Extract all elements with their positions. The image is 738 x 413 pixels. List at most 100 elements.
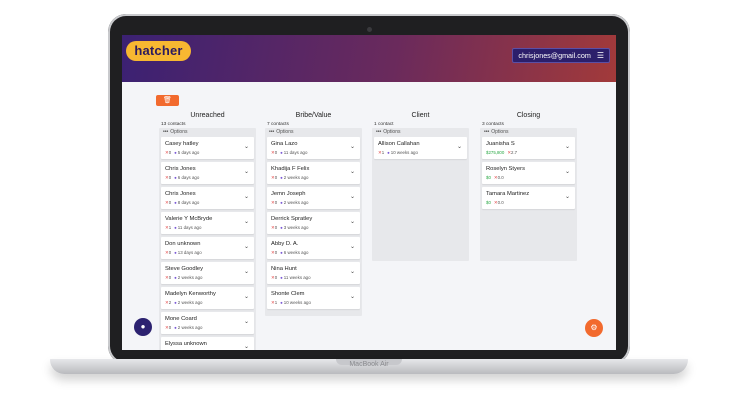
outreach-count: 0 — [274, 250, 278, 255]
last-contact: 11 days ago — [177, 225, 202, 230]
column-options[interactable]: ••• Options — [372, 128, 469, 136]
laptop-mockup: MacBook Air hatcher chrisjones@gmail.com… — [0, 0, 738, 413]
clock-icon: ● — [174, 275, 177, 280]
chevron-down-icon[interactable]: ⌄ — [244, 193, 249, 200]
chevron-down-icon[interactable]: ⌄ — [350, 168, 355, 175]
last-contact: 2 weeks ago — [177, 300, 203, 305]
contact-meta: ✕1 ●10 weeks ago — [271, 300, 311, 306]
contact-card[interactable]: Casey hatley ✕0 ●5 days ago ⌄ — [161, 137, 254, 159]
contact-card[interactable]: Chris Jones ✕0 ●6 days ago ⌄ — [161, 162, 254, 184]
outreach-count: 0 — [168, 275, 172, 280]
profile-button[interactable]: ● — [134, 318, 152, 336]
contact-card[interactable]: Madelyn Kenworthy ✕2 ●2 weeks ago ⌄ — [161, 287, 254, 309]
delete-button[interactable]: 🗑 — [156, 95, 179, 106]
contact-card[interactable]: Mone Coard ✕0 ●2 weeks ago ⌄ — [161, 312, 254, 334]
outreach-count: 0 — [168, 150, 172, 155]
contact-meta: ✕0 ●6 weeks ago — [271, 250, 308, 256]
last-contact: 6 days ago — [177, 175, 200, 180]
chevron-down-icon[interactable]: ⌄ — [244, 243, 249, 250]
chevron-down-icon[interactable]: ⌄ — [244, 168, 249, 175]
more-icon: ••• — [163, 129, 169, 135]
column-options[interactable]: ••• Options — [480, 128, 577, 136]
outreach-count: 0 — [274, 275, 278, 280]
contact-name: Mone Coard — [165, 316, 197, 322]
contact-card[interactable]: Don unknown ✕0 ●13 days ago ⌄ — [161, 237, 254, 259]
contact-name: Abby D. A. — [271, 241, 299, 247]
contact-meta: ✕1 ●10 weeks ago — [378, 150, 418, 156]
logo[interactable]: hatcher — [126, 41, 191, 61]
chevron-down-icon[interactable]: ⌄ — [565, 193, 570, 200]
column-count: 13 contacts — [161, 122, 186, 127]
contact-card[interactable]: Allison Callahan ✕1 ●10 weeks ago ⌄ — [374, 137, 467, 159]
contact-meta: ✕0 ●2 weeks ago — [165, 325, 202, 331]
chevron-down-icon[interactable]: ⌄ — [244, 318, 249, 325]
chevron-down-icon[interactable]: ⌄ — [457, 143, 462, 150]
column-body: ••• Options Allison Callahan ✕1 ●10 weeks ag… — [372, 128, 469, 261]
outreach-count: 0 — [168, 175, 172, 180]
chevron-down-icon[interactable]: ⌄ — [244, 293, 249, 300]
contact-card[interactable]: Shonte Clem ✕1 ●10 weeks ago ⌄ — [267, 287, 360, 309]
clock-icon: ● — [280, 275, 283, 280]
chevron-down-icon[interactable]: ⌄ — [244, 343, 249, 350]
contact-card[interactable]: Jemn Joseph ✕0 ●2 weeks ago ⌄ — [267, 187, 360, 209]
chevron-down-icon[interactable]: ⌄ — [350, 268, 355, 275]
last-contact: 10 weeks ago — [390, 150, 418, 155]
contact-card[interactable]: Steve Goodley ✕0 ●2 weeks ago ⌄ — [161, 262, 254, 284]
outreach-count: 0 — [274, 150, 278, 155]
outreach-count: 0 — [168, 325, 172, 330]
chevron-down-icon[interactable]: ⌄ — [244, 143, 249, 150]
clock-icon: ● — [280, 250, 283, 255]
contact-card[interactable]: Tamara Martinez $0 ✕0.0 ⌄ — [482, 187, 575, 209]
column-options[interactable]: ••• Options — [265, 128, 362, 136]
column-count: 7 contacts — [267, 122, 289, 127]
contact-name: Don unknown — [165, 241, 201, 247]
chevron-down-icon[interactable]: ⌄ — [244, 268, 249, 275]
contact-card[interactable]: Gina Lazo ✕0 ●11 days ago ⌄ — [267, 137, 360, 159]
chevron-down-icon[interactable]: ⌄ — [350, 218, 355, 225]
person-icon: ● — [140, 322, 146, 331]
chevron-down-icon[interactable]: ⌄ — [350, 143, 355, 150]
contact-name: Chris Jones — [165, 166, 196, 172]
outreach-count: 0 — [168, 200, 172, 205]
app-screen: hatcher chrisjones@gmail.com ☰ 🗑 Unreach… — [122, 35, 616, 350]
chevron-down-icon[interactable]: ⌄ — [565, 168, 570, 175]
contact-name: Chris Jones — [165, 191, 196, 197]
chevron-down-icon[interactable]: ⌄ — [350, 243, 355, 250]
outreach-count: 1 — [274, 300, 278, 305]
contact-name: Juanisha S — [486, 141, 515, 147]
clock-icon: ● — [280, 200, 283, 205]
contact-card[interactable]: Nina Hunt ✕0 ●11 weeks ago ⌄ — [267, 262, 360, 284]
chevron-down-icon[interactable]: ⌄ — [565, 143, 570, 150]
contact-card[interactable]: Juanisha S $275,800 ✕2.7 ⌄ — [482, 137, 575, 159]
pipeline-column: Closing 3 contacts ••• Options Juanisha S $27… — [480, 111, 577, 261]
chevron-down-icon[interactable]: ⌄ — [350, 193, 355, 200]
contact-card[interactable]: Elyssa unknown✕0●3 weeks ago⌄ — [161, 337, 254, 350]
contact-meta: ✕0 ●13 days ago — [165, 250, 202, 256]
last-contact: 2 weeks ago — [177, 275, 203, 280]
user-menu-button[interactable]: chrisjones@gmail.com ☰ — [512, 48, 610, 63]
contact-meta: ✕0 ●5 days ago — [165, 150, 199, 156]
app-header: hatcher chrisjones@gmail.com ☰ — [122, 35, 616, 82]
column-options[interactable]: ••• Options — [159, 128, 256, 136]
contact-card[interactable]: Chris Jones ✕0 ●8 days ago ⌄ — [161, 187, 254, 209]
contact-meta: ✕0 ●3 weeks ago — [271, 225, 308, 231]
contact-card[interactable]: Derrick Spratley ✕0 ●3 weeks ago ⌄ — [267, 212, 360, 234]
settings-button[interactable]: ⚙ — [585, 319, 603, 337]
gear-icon: ⚙ — [590, 323, 598, 332]
camera-icon — [367, 27, 372, 32]
more-icon: ••• — [376, 129, 382, 135]
clock-icon: ● — [174, 225, 177, 230]
contact-card[interactable]: Roselyn Styers $0 ✕0.0 ⌄ — [482, 162, 575, 184]
chevron-down-icon[interactable]: ⌄ — [350, 293, 355, 300]
clock-icon: ● — [280, 175, 283, 180]
contact-name: Casey hatley — [165, 141, 199, 147]
chevron-down-icon[interactable]: ⌄ — [244, 218, 249, 225]
trash-icon: 🗑 — [163, 97, 172, 104]
contact-card[interactable]: Abby D. A. ✕0 ●6 weeks ago ⌄ — [267, 237, 360, 259]
contact-card[interactable]: Khadija F Felix ✕0 ●2 weeks ago ⌄ — [267, 162, 360, 184]
contact-meta: ✕0 ●2 weeks ago — [271, 175, 308, 181]
contact-card[interactable]: Valerie Y McBryde ✕1 ●11 days ago ⌄ — [161, 212, 254, 234]
column-count: 3 contacts — [482, 122, 504, 127]
last-contact: 10 weeks ago — [283, 300, 311, 305]
last-contact: 2 weeks ago — [283, 175, 309, 180]
